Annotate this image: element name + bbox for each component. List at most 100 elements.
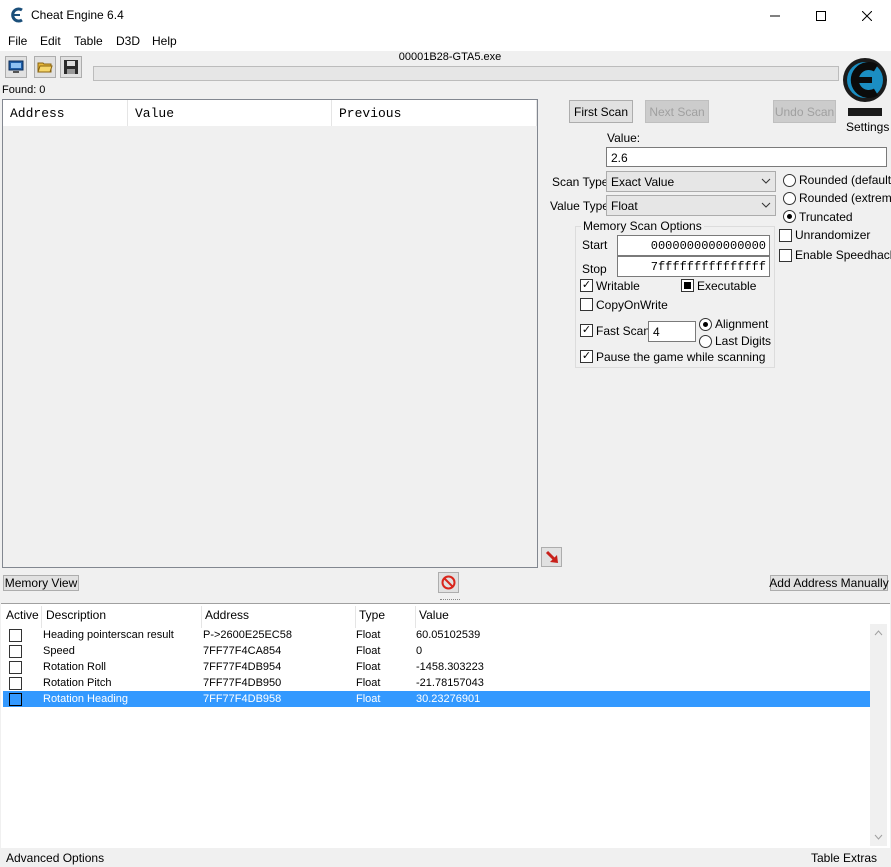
stop-icon — [441, 575, 456, 590]
menu-edit[interactable]: Edit — [40, 34, 61, 48]
open-table-button[interactable] — [34, 56, 56, 78]
menu-table[interactable]: Table — [74, 34, 103, 48]
results-header-previous[interactable]: Previous — [332, 100, 537, 126]
row-address: 7FF77F4DB958 — [203, 693, 282, 705]
scan-stop-input[interactable]: 7fffffffffffffff — [617, 256, 770, 277]
pause-game-checkbox[interactable]: ✓ — [580, 350, 593, 363]
menu-d3d[interactable]: D3D — [116, 34, 140, 48]
address-table[interactable]: Active Description Address Type Value He… — [1, 603, 890, 848]
scan-value-input[interactable]: 2.6 — [606, 147, 887, 167]
alignment-radio[interactable] — [699, 318, 712, 331]
stop-label: Stop — [582, 262, 607, 276]
rounded-default-radio[interactable] — [783, 174, 796, 187]
rounded-extreme-radio[interactable] — [783, 192, 796, 205]
maximize-button[interactable] — [798, 0, 844, 31]
title-bar: Cheat Engine 6.4 — [0, 0, 891, 31]
fast-scan-label[interactable]: Fast Scan — [596, 324, 650, 338]
minimize-button[interactable] — [752, 0, 798, 31]
pause-game-label[interactable]: Pause the game while scanning — [596, 350, 765, 364]
table-row[interactable]: Rotation Pitch 7FF77F4DB950 Float -21.78… — [3, 675, 871, 691]
alignment-label[interactable]: Alignment — [715, 317, 768, 331]
settings-label[interactable]: Settings — [846, 120, 889, 134]
writable-label[interactable]: Writable — [596, 279, 640, 293]
scan-results-list[interactable]: Address Value Previous — [2, 99, 538, 568]
col-value[interactable]: Value — [419, 608, 449, 622]
executable-label[interactable]: Executable — [697, 279, 756, 293]
row-description: Rotation Pitch — [43, 677, 112, 689]
close-button[interactable] — [844, 0, 890, 31]
cheat-engine-logo[interactable] — [840, 52, 890, 118]
speedhack-checkbox[interactable] — [779, 249, 792, 262]
table-row[interactable]: Heading pointerscan result P->2600E25EC5… — [3, 627, 871, 643]
table-row[interactable]: Rotation Roll 7FF77F4DB954 Float -1458.3… — [3, 659, 871, 675]
active-checkbox[interactable] — [9, 677, 22, 690]
active-checkbox[interactable] — [9, 645, 22, 658]
writable-checkbox[interactable]: ✓ — [580, 279, 593, 292]
memory-view-button[interactable]: Memory View — [3, 575, 79, 591]
truncated-radio[interactable] — [783, 210, 796, 223]
active-checkbox[interactable] — [9, 629, 22, 642]
last-digits-label[interactable]: Last Digits — [715, 334, 771, 348]
row-value: -1458.303223 — [416, 661, 484, 673]
scan-type-select[interactable]: Exact Value — [606, 171, 776, 192]
chevron-down-icon — [761, 178, 771, 184]
row-description: Rotation Roll — [43, 661, 106, 673]
row-value: 0 — [416, 645, 423, 657]
value-type-value: Float — [611, 199, 638, 213]
save-table-button[interactable] — [60, 56, 82, 78]
undo-scan-button[interactable]: Undo Scan — [773, 100, 836, 123]
row-description: Rotation Heading — [43, 693, 129, 705]
splitter-grip[interactable] — [440, 599, 460, 602]
active-checkbox[interactable] — [9, 661, 22, 674]
first-scan-button[interactable]: First Scan — [569, 100, 633, 123]
computer-process-icon — [8, 60, 24, 73]
col-type[interactable]: Type — [359, 608, 385, 622]
status-bar: Advanced Options Table Extras — [0, 849, 891, 867]
address-table-scrollbar[interactable] — [870, 624, 887, 846]
select-process-button[interactable] — [5, 56, 27, 78]
copyonwrite-checkbox[interactable] — [580, 298, 593, 311]
row-address: 7FF77F4DB950 — [203, 677, 282, 689]
save-disk-icon — [64, 60, 78, 74]
value-type-select[interactable]: Float — [606, 195, 776, 216]
table-row-selected[interactable]: Rotation Heading 7FF77F4DB958 Float 30.2… — [3, 691, 871, 707]
scan-type-label: Scan Type — [552, 175, 609, 189]
executable-checkbox[interactable] — [681, 279, 694, 292]
table-extras-button[interactable]: Table Extras — [811, 851, 877, 865]
add-selected-to-list-button[interactable] — [541, 547, 562, 567]
advanced-options-button[interactable]: Advanced Options — [6, 851, 104, 865]
unrandomizer-checkbox[interactable] — [779, 229, 792, 242]
chevron-down-icon — [761, 202, 771, 208]
row-address: 7FF77F4CA854 — [203, 645, 282, 657]
unrandomizer-label[interactable]: Unrandomizer — [795, 228, 870, 242]
results-header-address[interactable]: Address — [3, 100, 128, 126]
row-value: 60.05102539 — [416, 629, 481, 641]
process-name: 00001B28-GTA5.exe — [398, 51, 502, 63]
last-digits-radio[interactable] — [699, 335, 712, 348]
col-address[interactable]: Address — [205, 608, 249, 622]
copyonwrite-label[interactable]: CopyOnWrite — [596, 298, 668, 312]
add-address-manually-button[interactable]: Add Address Manually — [769, 575, 889, 591]
active-checkbox[interactable] — [9, 693, 22, 706]
scan-progress-bar — [93, 66, 839, 81]
scan-start-input[interactable]: 0000000000000000 — [617, 235, 770, 256]
rounded-extreme-label[interactable]: Rounded (extreme) — [799, 191, 891, 205]
table-row[interactable]: Speed 7FF77F4CA854 Float 0 — [3, 643, 871, 659]
value-type-label: Value Type — [550, 199, 609, 213]
row-description: Heading pointerscan result — [43, 629, 174, 641]
results-header-value[interactable]: Value — [128, 100, 332, 126]
rounded-default-label[interactable]: Rounded (default) — [799, 173, 891, 187]
speedhack-label[interactable]: Enable Speedhack — [795, 248, 891, 262]
menu-file[interactable]: File — [8, 34, 27, 48]
col-description[interactable]: Description — [46, 608, 106, 622]
fast-scan-value-input[interactable]: 4 — [648, 321, 696, 342]
value-label: Value: — [607, 131, 641, 145]
truncated-label[interactable]: Truncated — [799, 210, 853, 224]
menu-help[interactable]: Help — [152, 34, 177, 48]
fast-scan-checkbox[interactable]: ✓ — [580, 324, 593, 337]
row-type: Float — [356, 661, 381, 673]
clear-list-button[interactable] — [438, 572, 459, 593]
next-scan-button[interactable]: Next Scan — [645, 100, 709, 123]
row-address: 7FF77F4DB954 — [203, 661, 282, 673]
col-active[interactable]: Active — [6, 608, 39, 622]
